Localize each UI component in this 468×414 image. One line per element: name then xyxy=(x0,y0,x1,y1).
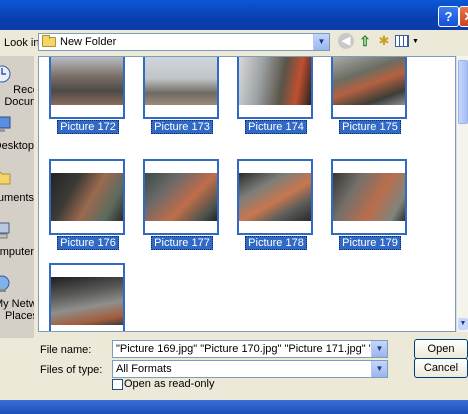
cancel-button[interactable]: Cancel xyxy=(414,358,468,378)
new-folder-icon[interactable]: ✱ xyxy=(376,33,392,49)
chevron-down-icon[interactable]: ▼ xyxy=(371,361,387,377)
file-thumbnail xyxy=(143,57,219,119)
place-my-computer[interactable]: My Computer xyxy=(0,218,34,260)
filename-field[interactable]: "Picture 169.jpg" "Picture 170.jpg" "Pic… xyxy=(112,340,388,358)
toolbar-icons: ◀ ⇧ ✱ ▼ xyxy=(338,33,419,49)
place-network-label: My NetworkPlaces xyxy=(0,298,34,322)
folder-icon xyxy=(42,35,56,47)
network-places-icon xyxy=(0,275,10,292)
file-name: Picture 173 xyxy=(151,120,213,134)
desktop-icon xyxy=(0,116,11,132)
readonly-label: Open as read-only xyxy=(124,378,215,390)
file-thumbnail xyxy=(49,57,125,119)
help-button[interactable]: ? xyxy=(438,6,459,27)
place-my-documents-label: My Documents xyxy=(0,192,34,204)
file-name: Picture 172 xyxy=(57,120,119,134)
recent-documents-icon xyxy=(0,65,11,83)
file-name: Picture 174 xyxy=(245,120,307,134)
close-button[interactable]: ✕ xyxy=(459,6,468,27)
file-name: Picture 178 xyxy=(245,236,307,250)
file-item[interactable] xyxy=(49,263,127,331)
place-recent-label: RecentDocuments xyxy=(4,84,34,108)
file-item[interactable]: Picture 178 xyxy=(237,159,315,250)
lookin-dropdown[interactable]: New Folder ▼ xyxy=(38,33,330,51)
file-item[interactable]: Picture 175 xyxy=(331,57,409,134)
file-name: Picture 176 xyxy=(57,236,119,250)
file-item[interactable]: Picture 174 xyxy=(237,57,315,134)
filetype-label: Files of type: xyxy=(40,364,103,376)
up-folder-icon[interactable]: ⇧ xyxy=(357,33,373,49)
place-desktop-label: Desktop xyxy=(0,140,34,152)
title-bar: ? ✕ xyxy=(0,0,468,30)
file-thumbnail xyxy=(143,159,219,235)
lookin-value: New Folder xyxy=(60,36,117,48)
file-thumbnail xyxy=(49,159,125,235)
my-computer-icon xyxy=(0,222,10,239)
file-name: Picture 177 xyxy=(151,236,213,250)
scroll-down-icon[interactable]: ▼ xyxy=(458,318,468,330)
back-icon[interactable]: ◀ xyxy=(338,33,354,49)
file-name: Picture 179 xyxy=(339,236,401,250)
file-list-view[interactable]: Picture 172 Picture 173 Picture 174 Pict… xyxy=(38,56,456,332)
filename-value: "Picture 169.jpg" "Picture 170.jpg" "Pic… xyxy=(116,343,387,355)
view-menu-arrow-icon[interactable]: ▼ xyxy=(412,38,419,45)
window-bottom-border xyxy=(0,400,468,414)
scrollbar-thumb[interactable] xyxy=(458,60,468,124)
filetype-value: All Formats xyxy=(116,363,172,375)
file-thumbnail xyxy=(237,57,313,119)
place-my-computer-label: My Computer xyxy=(0,246,34,258)
open-button[interactable]: Open xyxy=(414,339,468,359)
filetype-dropdown[interactable]: All Formats ▼ xyxy=(112,360,388,378)
my-documents-icon xyxy=(0,171,11,185)
file-name: Picture 175 xyxy=(339,120,401,134)
file-item[interactable]: Picture 179 xyxy=(331,159,409,250)
lookin-label: Look in: xyxy=(4,37,43,49)
file-thumbnail xyxy=(49,263,125,331)
vertical-scrollbar[interactable]: ▼ xyxy=(456,56,468,332)
file-thumbnail xyxy=(331,159,407,235)
place-my-documents[interactable]: My Documents xyxy=(0,164,34,206)
place-recent[interactable]: RecentDocuments xyxy=(0,60,34,110)
file-item[interactable]: Picture 172 xyxy=(49,57,127,134)
place-network[interactable]: My NetworkPlaces xyxy=(0,270,34,322)
places-bar: RecentDocuments Desktop My Documents My … xyxy=(0,56,34,338)
file-thumbnail xyxy=(331,57,407,119)
place-desktop[interactable]: Desktop xyxy=(0,114,34,154)
file-item[interactable]: Picture 176 xyxy=(49,159,127,250)
chevron-down-icon[interactable]: ▼ xyxy=(313,34,329,50)
view-menu-icon[interactable] xyxy=(395,35,409,47)
file-thumbnail xyxy=(237,159,313,235)
chevron-down-icon[interactable]: ▼ xyxy=(371,341,387,357)
filename-label: File name: xyxy=(40,344,92,356)
file-item[interactable]: Picture 177 xyxy=(143,159,221,250)
readonly-checkbox[interactable] xyxy=(112,379,123,390)
file-item[interactable]: Picture 173 xyxy=(143,57,221,134)
